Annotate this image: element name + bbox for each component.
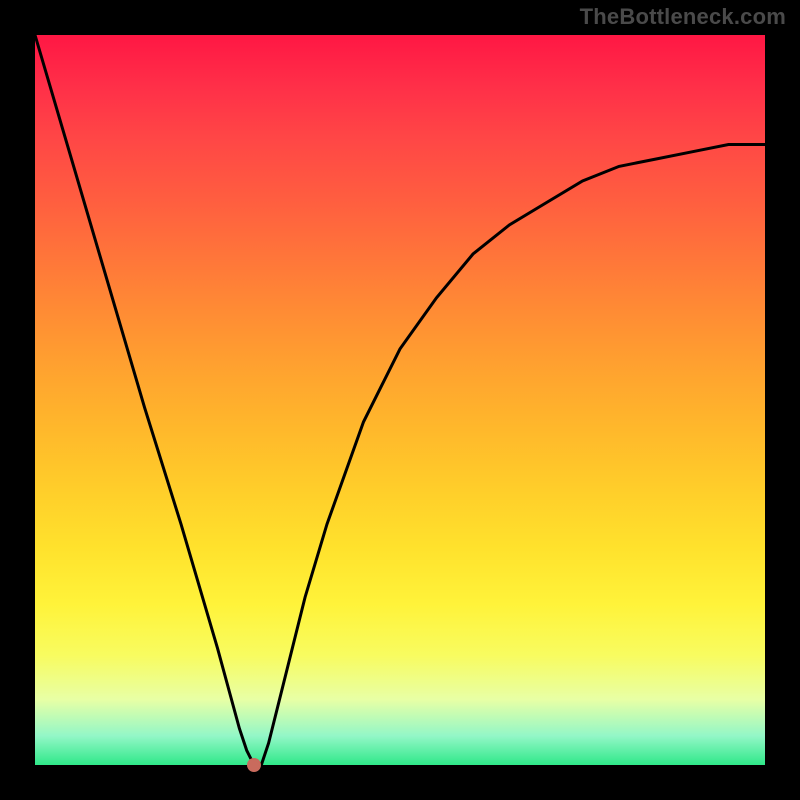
watermark-text: TheBottleneck.com: [580, 4, 786, 30]
curve-svg: [35, 35, 765, 765]
bottleneck-curve: [35, 35, 765, 765]
chart-frame: TheBottleneck.com: [0, 0, 800, 800]
minimum-marker-dot: [247, 758, 261, 772]
plot-area: [35, 35, 765, 765]
